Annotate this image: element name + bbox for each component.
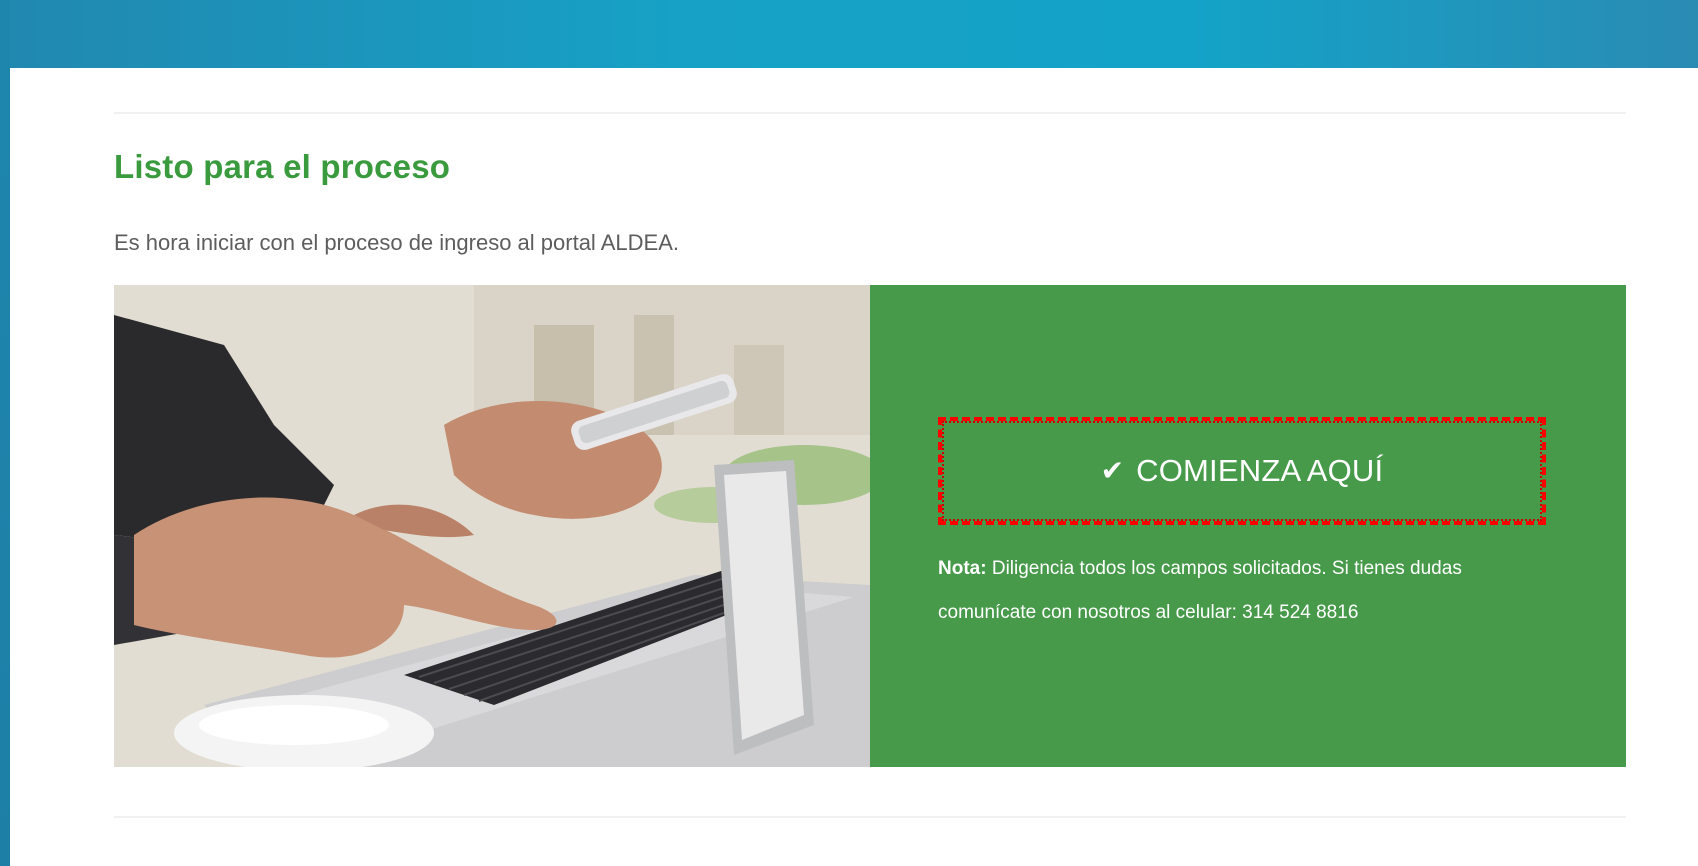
start-here-label: COMIENZA AQUÍ [1136,453,1384,488]
top-divider [114,112,1626,114]
note-label: Nota: [938,558,987,579]
support-note: Nota: Diligencia todos los campos solici… [938,547,1558,635]
start-here-button[interactable]: ✔ COMIENZA AQUÍ [938,417,1546,525]
content-panel: Listo para el proceso Es hora iniciar co… [10,68,1698,866]
note-text: Diligencia todos los campos solicitados.… [938,558,1462,623]
section-subtitle: Es hora iniciar con el proceso de ingres… [114,230,679,255]
process-card: ✔ COMIENZA AQUÍ Nota: Diligencia todos l… [114,285,1626,767]
cta-panel: ✔ COMIENZA AQUÍ Nota: Diligencia todos l… [870,285,1626,767]
laptop-phone-photo [114,285,870,767]
bottom-divider [114,816,1626,818]
section-title: Listo para el proceso [114,148,451,185]
check-icon: ✔ [1100,454,1125,487]
left-edge-strip [0,0,10,866]
